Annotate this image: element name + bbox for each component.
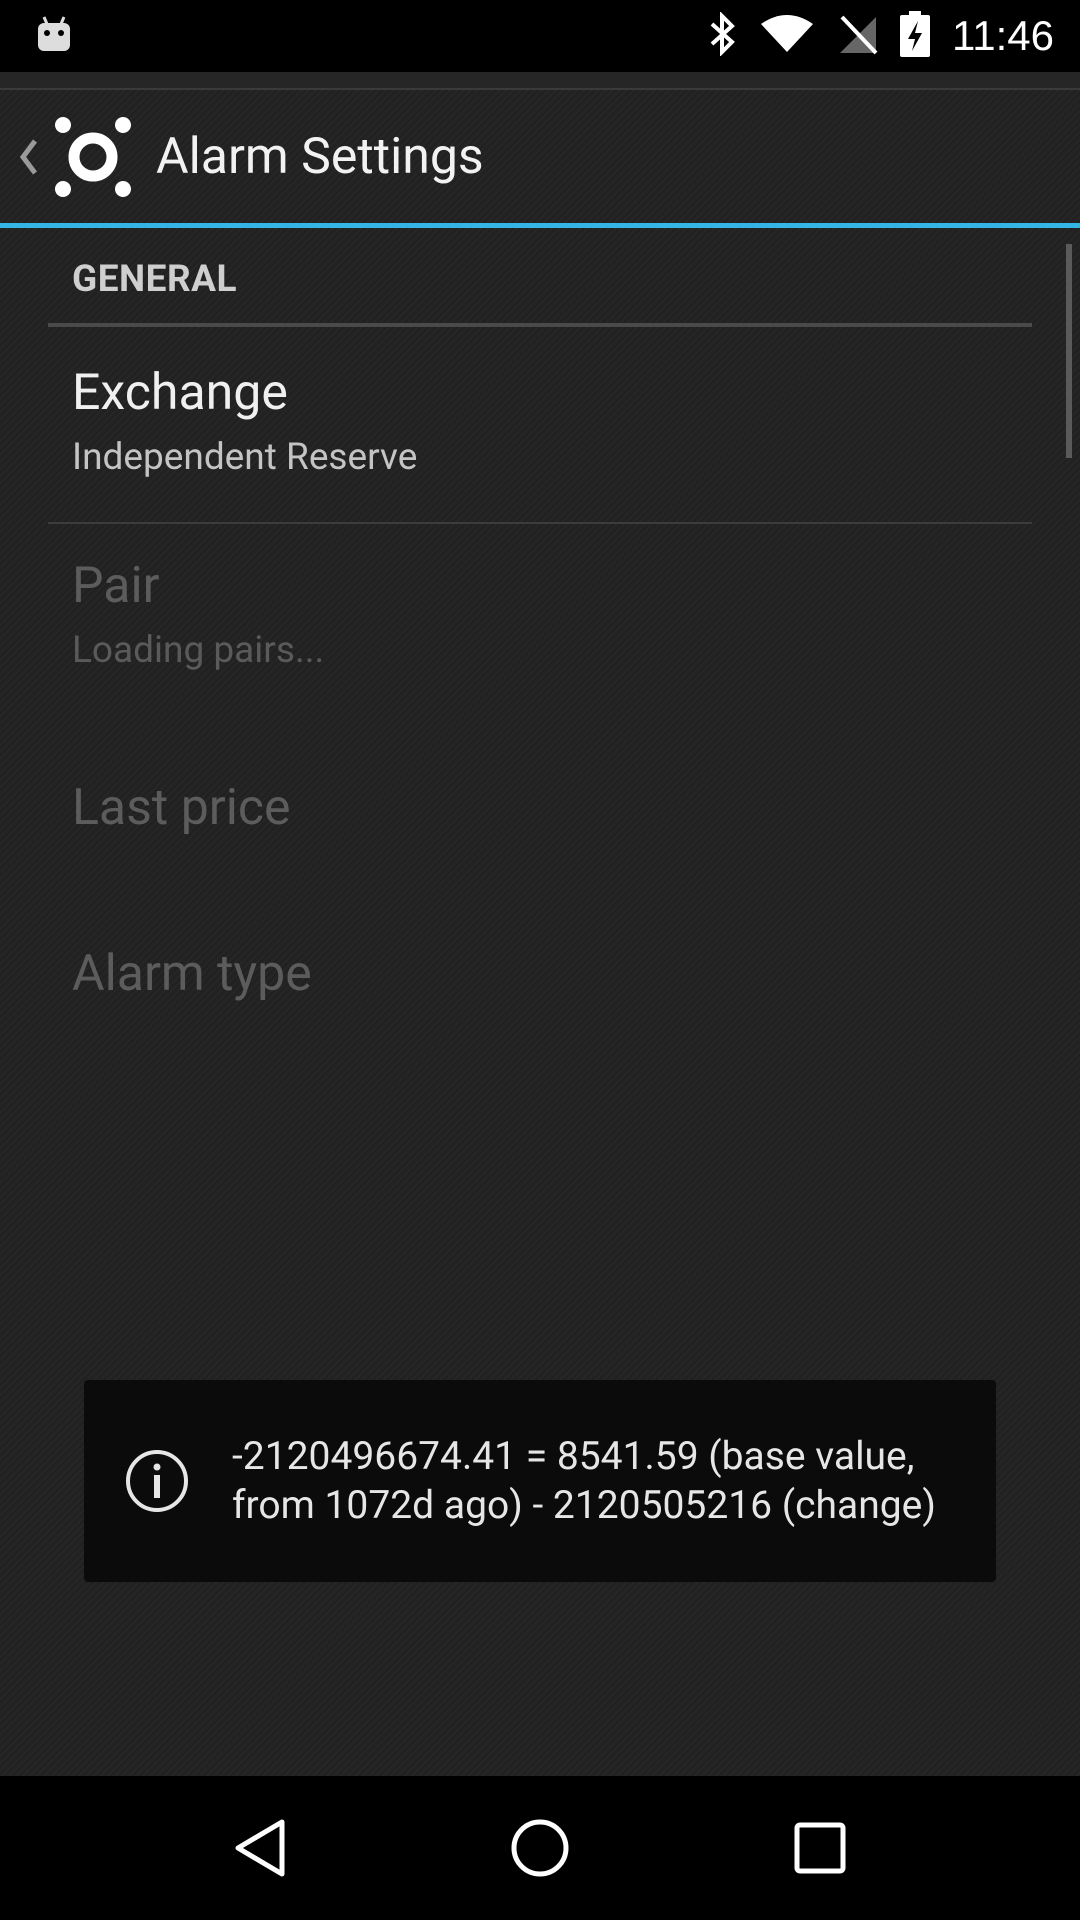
pref-title: Pair	[72, 557, 160, 615]
status-left	[36, 15, 72, 57]
pref-summary: Loading pairs...	[72, 629, 325, 672]
pref-title: Last price	[72, 779, 291, 837]
page-title: Alarm Settings	[156, 127, 484, 186]
wifi-icon	[760, 14, 814, 58]
navigation-bar	[0, 1776, 1080, 1920]
status-time: 11:46	[952, 12, 1054, 59]
up-navigation-icon[interactable]	[6, 90, 50, 223]
settings-screen: Alarm Settings GENERAL Exchange Independ…	[0, 72, 1080, 1776]
action-bar[interactable]: Alarm Settings	[0, 90, 1080, 228]
recents-icon[interactable]	[760, 1788, 880, 1908]
status-bar: 11:46	[0, 0, 1080, 72]
toast-text: -2120496674.41 = 8541.59 (base value, fr…	[232, 1433, 936, 1528]
bluetooth-icon	[708, 11, 738, 60]
no-sim-icon	[836, 13, 878, 59]
home-icon[interactable]	[480, 1788, 600, 1908]
status-right: 11:46	[708, 11, 1054, 61]
pref-alarm-type[interactable]: Alarm type	[72, 945, 1032, 1003]
section-header-general: GENERAL	[72, 258, 238, 301]
pref-exchange[interactable]: Exchange Independent Reserve	[72, 364, 1032, 479]
top-divider	[0, 72, 1080, 90]
scrollbar[interactable]	[1066, 244, 1072, 458]
pref-title: Alarm type	[72, 945, 312, 1003]
info-icon	[124, 1448, 190, 1514]
pref-title: Exchange	[72, 364, 288, 422]
toast-message: -2120496674.41 = 8541.59 (base value, fr…	[84, 1380, 996, 1582]
row-divider	[48, 522, 1032, 524]
back-icon[interactable]	[200, 1788, 320, 1908]
android-notification-icon	[36, 15, 72, 57]
battery-charging-icon	[900, 11, 930, 61]
section-divider	[48, 323, 1032, 327]
app-logo-icon[interactable]	[50, 114, 136, 200]
pref-last-price[interactable]: Last price	[72, 779, 1032, 837]
pref-pair[interactable]: Pair Loading pairs...	[72, 557, 1032, 672]
pref-summary: Independent Reserve	[72, 436, 418, 479]
